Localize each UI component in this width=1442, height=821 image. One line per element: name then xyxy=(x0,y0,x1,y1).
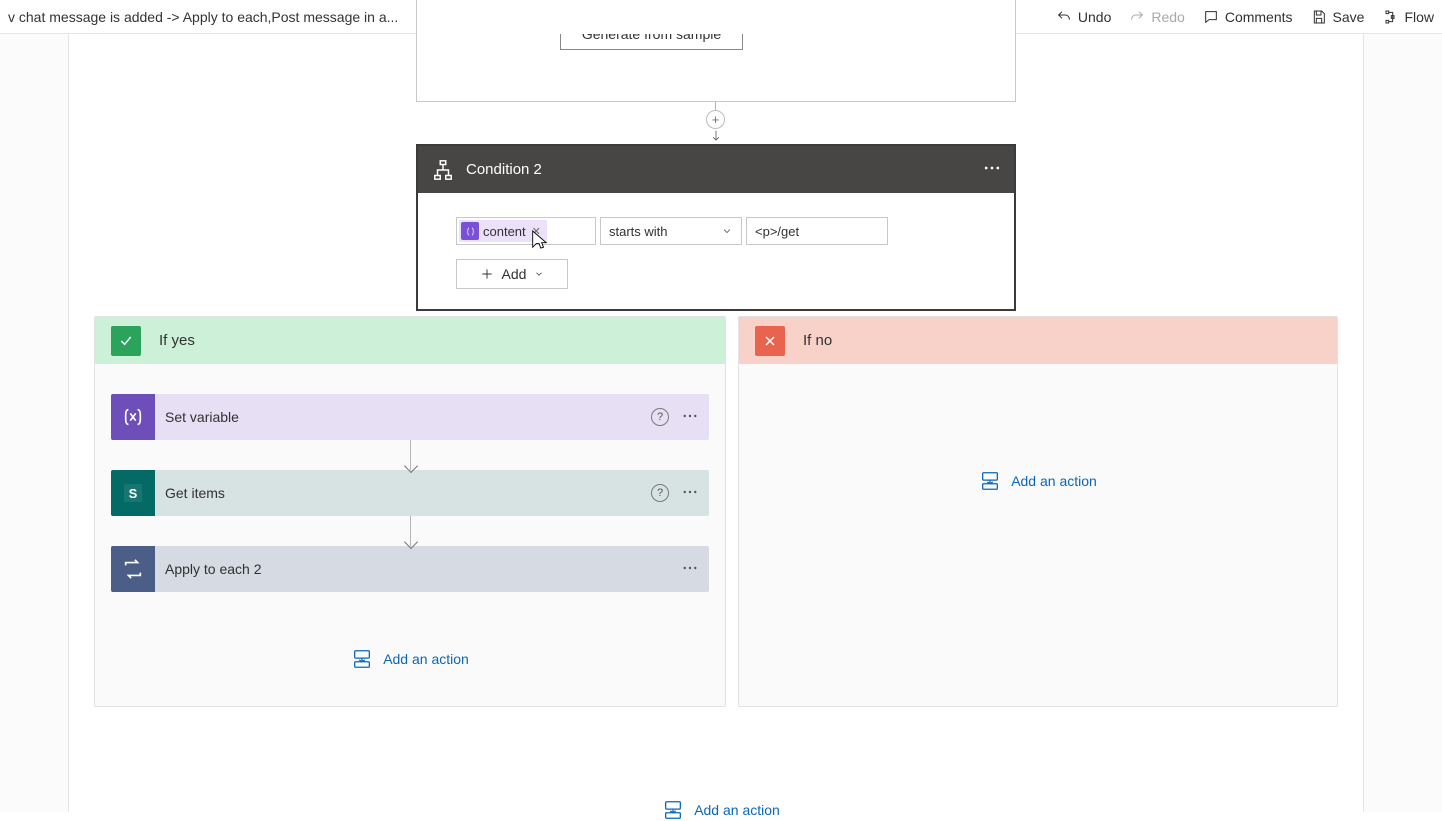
condition-add-button[interactable]: Add xyxy=(456,259,568,289)
variable-icon xyxy=(111,394,155,440)
condition-value-text: <p>/get xyxy=(755,224,799,239)
action-more-button[interactable] xyxy=(681,483,699,504)
condition-title: Condition 2 xyxy=(466,161,982,178)
branches: If yes Set variable ? xyxy=(94,316,1338,707)
plus-icon: + xyxy=(712,113,720,126)
if-no-body: Add an action xyxy=(739,364,1337,540)
add-label: Add xyxy=(502,266,527,282)
help-icon[interactable]: ? xyxy=(651,408,669,426)
undo-icon xyxy=(1056,9,1072,25)
if-no-label: If no xyxy=(803,332,832,349)
check-icon xyxy=(111,326,141,356)
operator-label: starts with xyxy=(609,224,668,239)
add-action-bottom-row: Add an action xyxy=(0,799,1442,821)
action-more-button[interactable] xyxy=(681,559,699,580)
condition-more-button[interactable] xyxy=(982,158,1002,181)
if-no-header[interactable]: If no xyxy=(739,317,1337,364)
connector-arrow xyxy=(410,440,411,470)
toolbar-actions: Undo Redo Comments Save Flow xyxy=(1056,9,1434,25)
add-action-icon xyxy=(662,799,684,821)
dynamic-content-token[interactable]: content ✕ xyxy=(459,220,547,242)
insert-step-button[interactable]: + xyxy=(706,110,725,129)
flow-label: Flow xyxy=(1404,9,1434,25)
token-expression-icon xyxy=(461,222,479,240)
redo-button[interactable]: Redo xyxy=(1129,9,1184,25)
add-action-label: Add an action xyxy=(1011,473,1097,489)
if-yes-header[interactable]: If yes xyxy=(95,317,725,364)
save-label: Save xyxy=(1333,9,1365,25)
token-remove-button[interactable]: ✕ xyxy=(530,225,543,238)
condition-operator-select[interactable]: starts with xyxy=(600,217,742,245)
comments-button[interactable]: Comments xyxy=(1203,9,1293,25)
close-icon xyxy=(755,326,785,356)
add-action-button-no[interactable]: Add an action xyxy=(979,470,1097,492)
token-label: content xyxy=(483,224,526,239)
apply-to-each-label: Apply to each 2 xyxy=(155,561,681,577)
comment-icon xyxy=(1203,9,1219,25)
comments-label: Comments xyxy=(1225,9,1293,25)
get-items-label: Get items xyxy=(155,485,651,501)
condition-card[interactable]: Condition 2 content ✕ starts with xyxy=(416,144,1016,311)
save-icon xyxy=(1311,9,1327,25)
loop-icon xyxy=(111,546,155,592)
save-button[interactable]: Save xyxy=(1311,9,1365,25)
set-variable-label: Set variable xyxy=(155,409,651,425)
chevron-down-icon xyxy=(534,269,544,279)
generate-from-sample-label: Generate from sample xyxy=(582,34,721,42)
condition-header[interactable]: Condition 2 xyxy=(418,146,1014,193)
flow-icon xyxy=(1382,9,1398,25)
parse-json-card-partial[interactable] xyxy=(416,0,1016,102)
flow-checker-button[interactable]: Flow xyxy=(1382,9,1434,25)
undo-label: Undo xyxy=(1078,9,1111,25)
generate-from-sample-button[interactable]: Generate from sample xyxy=(560,34,743,50)
redo-label: Redo xyxy=(1151,9,1184,25)
flow-canvas[interactable]: Generate from sample + Condition 2 xyxy=(0,34,1442,812)
chevron-down-icon xyxy=(721,225,733,237)
undo-button[interactable]: Undo xyxy=(1056,9,1111,25)
help-icon[interactable]: ? xyxy=(651,484,669,502)
if-no-branch: If no Add an action xyxy=(738,316,1338,707)
redo-icon xyxy=(1129,9,1145,25)
condition-row: content ✕ starts with <p>/get xyxy=(456,217,976,245)
apply-to-each-action[interactable]: Apply to each 2 xyxy=(111,546,709,592)
if-yes-body: Set variable ? S Get items ? xyxy=(95,364,725,706)
condition-icon xyxy=(430,157,456,183)
get-items-action[interactable]: S Get items ? xyxy=(111,470,709,516)
condition-body: content ✕ starts with <p>/get Add xyxy=(418,193,1014,309)
condition-left-input[interactable]: content ✕ xyxy=(456,217,596,245)
add-action-icon xyxy=(351,648,373,670)
add-action-label: Add an action xyxy=(694,802,780,818)
add-action-label: Add an action xyxy=(383,651,469,667)
if-yes-label: If yes xyxy=(159,332,195,349)
set-variable-action[interactable]: Set variable ? xyxy=(111,394,709,440)
flow-breadcrumb: v chat message is added -> Apply to each… xyxy=(8,9,398,25)
add-action-icon xyxy=(979,470,1001,492)
connector-arrow xyxy=(410,516,411,546)
condition-value-input[interactable]: <p>/get xyxy=(746,217,888,245)
sharepoint-icon: S xyxy=(111,470,155,516)
action-more-button[interactable] xyxy=(681,407,699,428)
add-action-button-yes[interactable]: Add an action xyxy=(351,648,469,670)
add-action-button-bottom[interactable]: Add an action xyxy=(662,799,780,821)
plus-icon xyxy=(480,267,494,281)
if-yes-branch: If yes Set variable ? xyxy=(94,316,726,707)
